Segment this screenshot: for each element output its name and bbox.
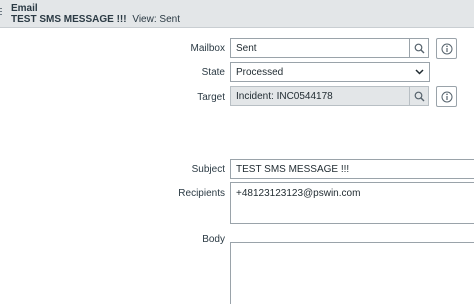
- mailbox-label: Mailbox: [190, 43, 225, 54]
- body-field[interactable]: [230, 242, 474, 304]
- recipients-label: Recipients: [178, 188, 225, 199]
- body-label: Body: [202, 234, 225, 245]
- search-icon: [414, 91, 424, 101]
- target-lookup-button[interactable]: [409, 86, 429, 106]
- mailbox-info-button[interactable]: [436, 38, 457, 59]
- record-title-line: TEST SMS MESSAGE !!! View: Sent: [11, 14, 180, 25]
- mailbox-field[interactable]: Sent: [230, 38, 410, 58]
- target-field: Incident: INC0544178: [230, 86, 410, 106]
- state-select[interactable]: Processed: [230, 62, 430, 82]
- mailbox-lookup-button[interactable]: [409, 38, 429, 58]
- chevron-down-icon: [415, 69, 424, 75]
- recipients-field[interactable]: +48123123123@pswin.com: [230, 182, 474, 224]
- record-title: TEST SMS MESSAGE !!!: [11, 14, 127, 25]
- target-label: Target: [197, 92, 225, 103]
- view-label: View: Sent: [132, 14, 180, 25]
- search-icon: [414, 43, 424, 53]
- subject-label: Subject: [191, 164, 225, 175]
- state-value: Processed: [236, 66, 284, 78]
- info-icon: [441, 43, 452, 54]
- form-header: Email TEST SMS MESSAGE !!! View: Sent: [0, 0, 474, 28]
- state-label: State: [201, 67, 225, 78]
- info-icon: [441, 91, 452, 102]
- subject-field[interactable]: TEST SMS MESSAGE !!!: [230, 159, 474, 179]
- target-info-button[interactable]: [436, 86, 457, 107]
- record-type-label: Email: [11, 3, 38, 14]
- collapse-handle-icon[interactable]: [0, 8, 3, 18]
